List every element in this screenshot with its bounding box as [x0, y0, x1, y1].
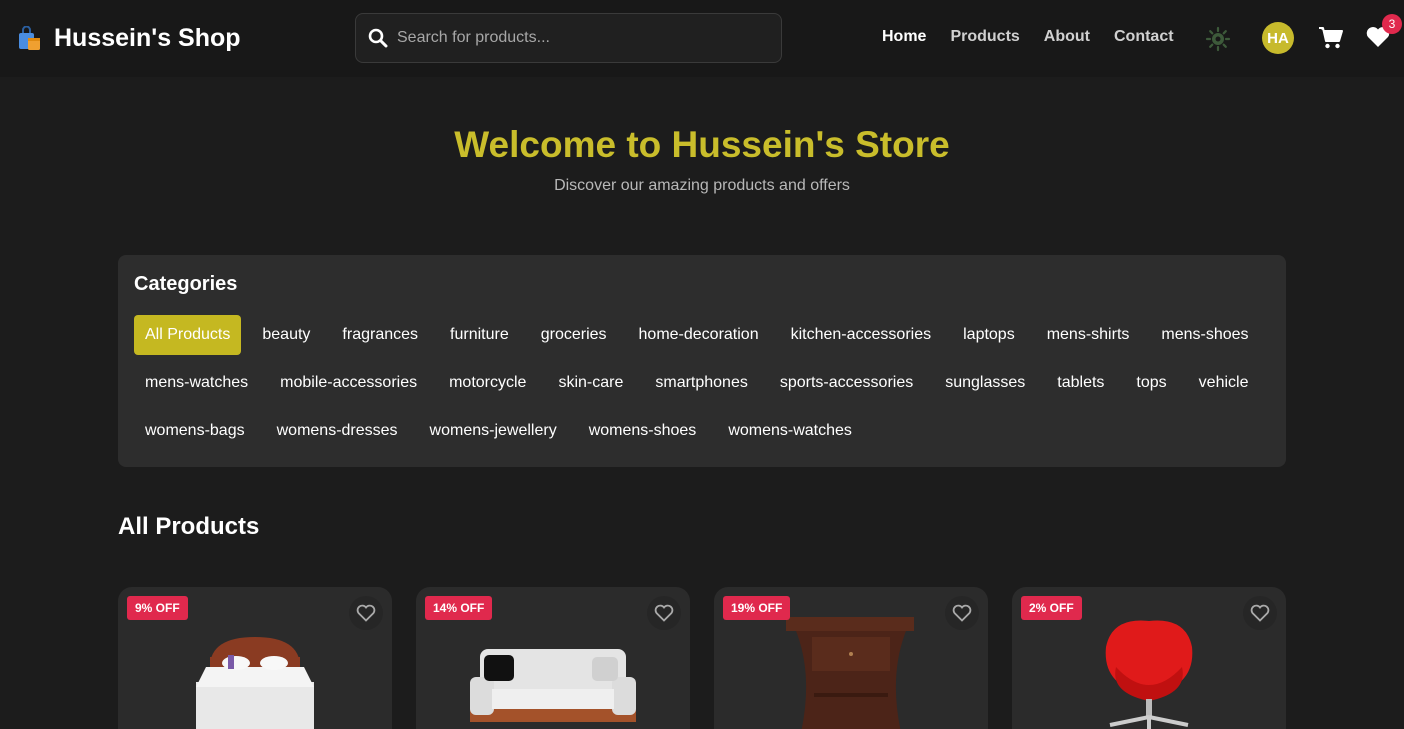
nav-link-products[interactable]: Products: [950, 28, 1019, 46]
category-chip[interactable]: sports-accessories: [769, 363, 924, 403]
avatar[interactable]: HA: [1262, 22, 1294, 54]
bedside-table-image: [786, 617, 914, 729]
categories-title: Categories: [134, 273, 238, 295]
nav-link-home[interactable]: Home: [882, 28, 926, 46]
category-chip[interactable]: womens-dresses: [266, 411, 409, 451]
nav-link-about[interactable]: About: [1044, 28, 1090, 46]
category-chip[interactable]: skin-care: [547, 363, 634, 403]
cart-icon[interactable]: [1318, 26, 1344, 50]
favorite-button[interactable]: [349, 596, 383, 630]
favorite-button[interactable]: [647, 596, 681, 630]
nav-link-contact[interactable]: Contact: [1114, 28, 1174, 46]
category-chip[interactable]: furniture: [439, 315, 520, 355]
category-chip[interactable]: laptops: [952, 315, 1026, 355]
category-chip[interactable]: home-decoration: [628, 315, 770, 355]
category-chips: All Products beauty fragrances furniture gro…: [134, 315, 1274, 459]
brand-name: Hussein's Shop: [54, 24, 241, 52]
product-card[interactable]: 2% OFF: [1012, 587, 1286, 729]
discount-badge: 2% OFF: [1021, 596, 1082, 620]
category-chip[interactable]: womens-watches: [717, 411, 863, 451]
category-chip[interactable]: tablets: [1046, 363, 1115, 403]
product-card[interactable]: 14% OFF: [416, 587, 690, 729]
sofa-image: [470, 649, 636, 722]
bed-image: [196, 637, 314, 729]
hero-title: Welcome to Hussein's Store: [454, 124, 950, 165]
category-chip[interactable]: womens-bags: [134, 411, 256, 451]
category-chip[interactable]: kitchen-accessories: [780, 315, 943, 355]
navbar: Hussein's Shop Home Products About Conta…: [0, 0, 1404, 77]
category-chip[interactable]: fragrances: [331, 315, 429, 355]
favorite-button[interactable]: [1243, 596, 1277, 630]
search-icon: [368, 28, 388, 48]
categories-panel: Categories All Products beauty fragrances f…: [118, 255, 1286, 467]
category-chip[interactable]: mobile-accessories: [269, 363, 428, 403]
nav-links: Home Products About Contact: [882, 28, 1198, 46]
heart-outline-icon: [654, 604, 674, 622]
heart-outline-icon: [952, 604, 972, 622]
category-chip[interactable]: All Products: [134, 315, 242, 355]
category-chip[interactable]: mens-watches: [134, 363, 259, 403]
discount-badge: 9% OFF: [127, 596, 188, 620]
search-input[interactable]: [397, 29, 757, 47]
category-chip[interactable]: mens-shoes: [1150, 315, 1259, 355]
hero-subtitle: Discover our amazing products and offers: [554, 177, 850, 194]
sun-icon[interactable]: [1205, 26, 1231, 52]
discount-badge: 14% OFF: [425, 596, 493, 620]
category-chip[interactable]: beauty: [251, 315, 321, 355]
product-card[interactable]: 19% OFF: [714, 587, 988, 729]
category-chip[interactable]: sunglasses: [934, 363, 1036, 403]
category-chip[interactable]: motorcycle: [438, 363, 537, 403]
search-box[interactable]: [355, 13, 782, 63]
favorite-button[interactable]: [945, 596, 979, 630]
category-chip[interactable]: womens-shoes: [578, 411, 708, 451]
product-card[interactable]: 9% OFF: [118, 587, 392, 729]
office-chair-image: [1105, 620, 1193, 729]
category-chip[interactable]: smartphones: [644, 363, 759, 403]
category-chip[interactable]: tops: [1125, 363, 1177, 403]
category-chip[interactable]: womens-jewellery: [419, 411, 568, 451]
shopping-bag-icon: [19, 25, 40, 50]
category-chip[interactable]: mens-shirts: [1036, 315, 1141, 355]
heart-outline-icon: [1250, 604, 1270, 622]
section-title: All Products: [118, 513, 260, 540]
category-chip[interactable]: groceries: [530, 315, 618, 355]
wishlist-count-badge: 3: [1382, 14, 1402, 34]
discount-badge: 19% OFF: [723, 596, 791, 620]
heart-outline-icon: [356, 604, 376, 622]
brand-logo[interactable]: Hussein's Shop: [16, 24, 241, 53]
category-chip[interactable]: vehicle: [1188, 363, 1260, 403]
